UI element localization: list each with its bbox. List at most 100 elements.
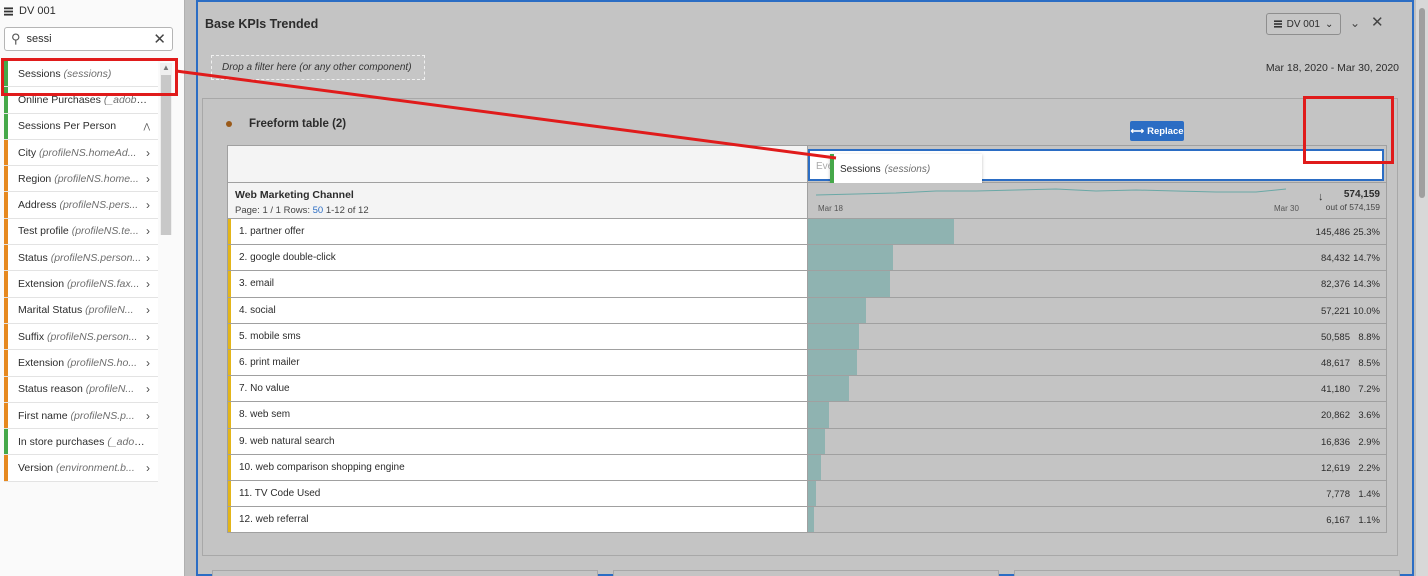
collapse-chevron-icon[interactable]: ⌄ [1350,16,1360,30]
clear-search-icon[interactable]: ✕ [153,30,166,48]
row-metric-cell[interactable]: 16,836 2.9% [808,428,1386,454]
component-name: Version [18,462,54,475]
chevron-right-icon[interactable]: › [146,172,150,186]
data-view-picker[interactable]: DV 001 ⌄ [1266,13,1341,35]
chevron-right-icon[interactable]: › [146,356,150,370]
search-icon: ⚲ [11,31,21,46]
row-percent: 14.7% [1353,253,1380,265]
component-label: Address (profileNS.pers... [18,199,138,211]
row-percent-bar [808,245,893,271]
annotation-box-replace [1303,96,1394,164]
chevron-right-icon[interactable]: › [146,303,150,317]
row-dimension-item[interactable]: 12. web referral [228,507,808,533]
table-row[interactable]: 6. print mailer 48,617 8.5% [227,349,1387,377]
component-item[interactable]: Marital Status (profileN... › [4,297,158,324]
component-label: Test profile (profileNS.te... [18,225,139,237]
row-percent-bar [808,428,825,454]
row-metric-cell[interactable]: 84,432 14.7% [808,245,1386,271]
table-row[interactable]: 5. mobile sms 50,585 8.8% [227,323,1387,350]
component-item[interactable]: Address (profileNS.pers... › [4,192,158,219]
table-row[interactable]: 7. No value 41,180 7.2% [227,376,1387,403]
collapse-dot-icon[interactable] [226,121,232,127]
swap-arrows-icon: ⟷ [1130,125,1145,137]
table-row[interactable]: 8. web sem 20,862 3.6% [227,402,1387,429]
row-metric-cell[interactable]: 48,617 8.5% [808,349,1386,376]
dragged-component-sessions[interactable]: Sessions (sessions) [830,154,982,184]
component-item[interactable]: In store purchases (_adobe... [4,429,158,456]
row-metric-cell[interactable]: 41,180 7.2% [808,376,1386,402]
table-row[interactable]: 10. web comparison shopping engine 12,619… [227,454,1387,481]
chevron-right-icon[interactable]: › [146,146,150,160]
close-icon[interactable]: ✕ [1371,13,1384,31]
row-metric-cell[interactable]: 145,486 25.3% [808,219,1386,245]
chevron-right-icon[interactable]: › [146,330,150,344]
page-scrollbar[interactable] [1416,0,1428,576]
replace-button[interactable]: ⟷ Replace [1130,121,1184,141]
component-name: City [18,146,37,159]
dimension-header[interactable]: Web Marketing Channel Page: 1 / 1 Rows: … [228,183,808,218]
row-dimension-item[interactable]: 1. partner offer [228,219,808,245]
row-metric-cell[interactable]: 20,862 3.6% [808,402,1386,428]
sort-descending-icon[interactable]: ↓ [1318,191,1324,203]
row-dimension-item[interactable]: 11. TV Code Used [228,480,808,507]
chevron-right-icon[interactable]: › [146,277,150,291]
row-dimension-item[interactable]: 3. email [228,271,808,297]
page-scrollbar-thumb[interactable] [1419,8,1425,198]
table-row[interactable]: 9. web natural search 16,836 2.9% [227,428,1387,455]
search-input[interactable] [26,33,154,45]
pagination-info: Page: 1 / 1 Rows: 50 1-12 of 12 [235,205,800,216]
table-row[interactable]: 2. google double-click 84,432 14.7% [227,245,1387,272]
row-dimension-item[interactable]: 10. web comparison shopping engine [228,454,808,480]
chevron-right-icon[interactable]: › [146,409,150,423]
row-dimension-item[interactable]: 4. social [228,297,808,323]
component-item[interactable]: First name (profileNS.p... › [4,402,158,430]
component-item[interactable]: City (profileNS.homeAd... › [4,139,158,167]
chevron-right-icon[interactable]: › [146,382,150,396]
component-id: (profileNS.te... [71,225,139,238]
data-view-header[interactable]: DV 001 [0,0,185,22]
row-metric-cell[interactable]: 57,221 10.0% [808,297,1386,323]
table-row[interactable]: 4. social 57,221 10.0% [227,297,1387,324]
component-label: Sessions Per Person [18,120,116,132]
row-dimension-item[interactable]: 7. No value [228,376,808,402]
row-metric-cell[interactable]: 50,585 8.8% [808,323,1386,349]
row-metric-cell[interactable]: 82,376 14.3% [808,271,1386,297]
table-row[interactable]: 1. partner offer 145,486 25.3% [227,219,1387,246]
table-row[interactable]: 11. TV Code Used 7,778 1.4% [227,480,1387,508]
row-dimension-item[interactable]: 2. google double-click [228,245,808,271]
row-percent: 25.3% [1353,227,1380,238]
row-dimension-item[interactable]: 8. web sem [228,402,808,428]
component-item[interactable]: Sessions Per Person ⋀ [4,113,158,140]
rows-per-page[interactable]: 50 [313,205,324,216]
component-item[interactable]: Region (profileNS.home... › [4,166,158,193]
component-item[interactable]: Status reason (profileN... › [4,376,158,403]
row-metric-cell[interactable]: 6,167 1.1% [808,507,1386,533]
chevron-right-icon[interactable]: › [146,461,150,475]
replace-label: Replace [1147,125,1184,137]
component-item[interactable]: Suffix (profileNS.person... › [4,323,158,351]
component-item[interactable]: Version (environment.b... › [4,455,158,482]
table-row[interactable]: 12. web referral 6,167 1.1% [227,507,1387,534]
metric-dropzone[interactable]: Events Sessions (sessions) [808,149,1384,184]
filter-dropzone[interactable]: Drop a filter here (or any other compone… [211,55,425,80]
row-dimension-item[interactable]: 6. print mailer [228,349,808,376]
row-metric-cell[interactable]: 12,619 2.2% [808,454,1386,480]
scrollbar-thumb[interactable] [161,75,171,235]
table-row[interactable]: 3. email 82,376 14.3% [227,271,1387,298]
chevron-right-icon[interactable]: › [146,251,150,265]
component-label: Marital Status (profileN... [18,304,134,316]
component-item[interactable]: Extension (profileNS.fax... › [4,271,158,298]
date-range[interactable]: Mar 18, 2020 - Mar 30, 2020 [1266,62,1399,74]
row-dimension-item[interactable]: 5. mobile sms [228,323,808,349]
component-item[interactable]: Status (profileNS.person... › [4,245,158,272]
freeform-title: Freeform table (2) [249,118,347,130]
component-item[interactable]: Extension (profileNS.ho... › [4,350,158,377]
freeform-table: Events Sessions (sessions) Web Marketing… [227,145,1387,534]
component-item[interactable]: Test profile (profileNS.te... › [4,218,158,246]
component-search[interactable]: ⚲ ✕ [4,27,173,51]
chevron-right-icon[interactable]: › [146,224,150,238]
row-dimension-item[interactable]: 9. web natural search [228,428,808,454]
sparkline [816,188,1287,196]
row-metric-cell[interactable]: 7,778 1.4% [808,480,1386,507]
chevron-right-icon[interactable]: › [146,198,150,212]
